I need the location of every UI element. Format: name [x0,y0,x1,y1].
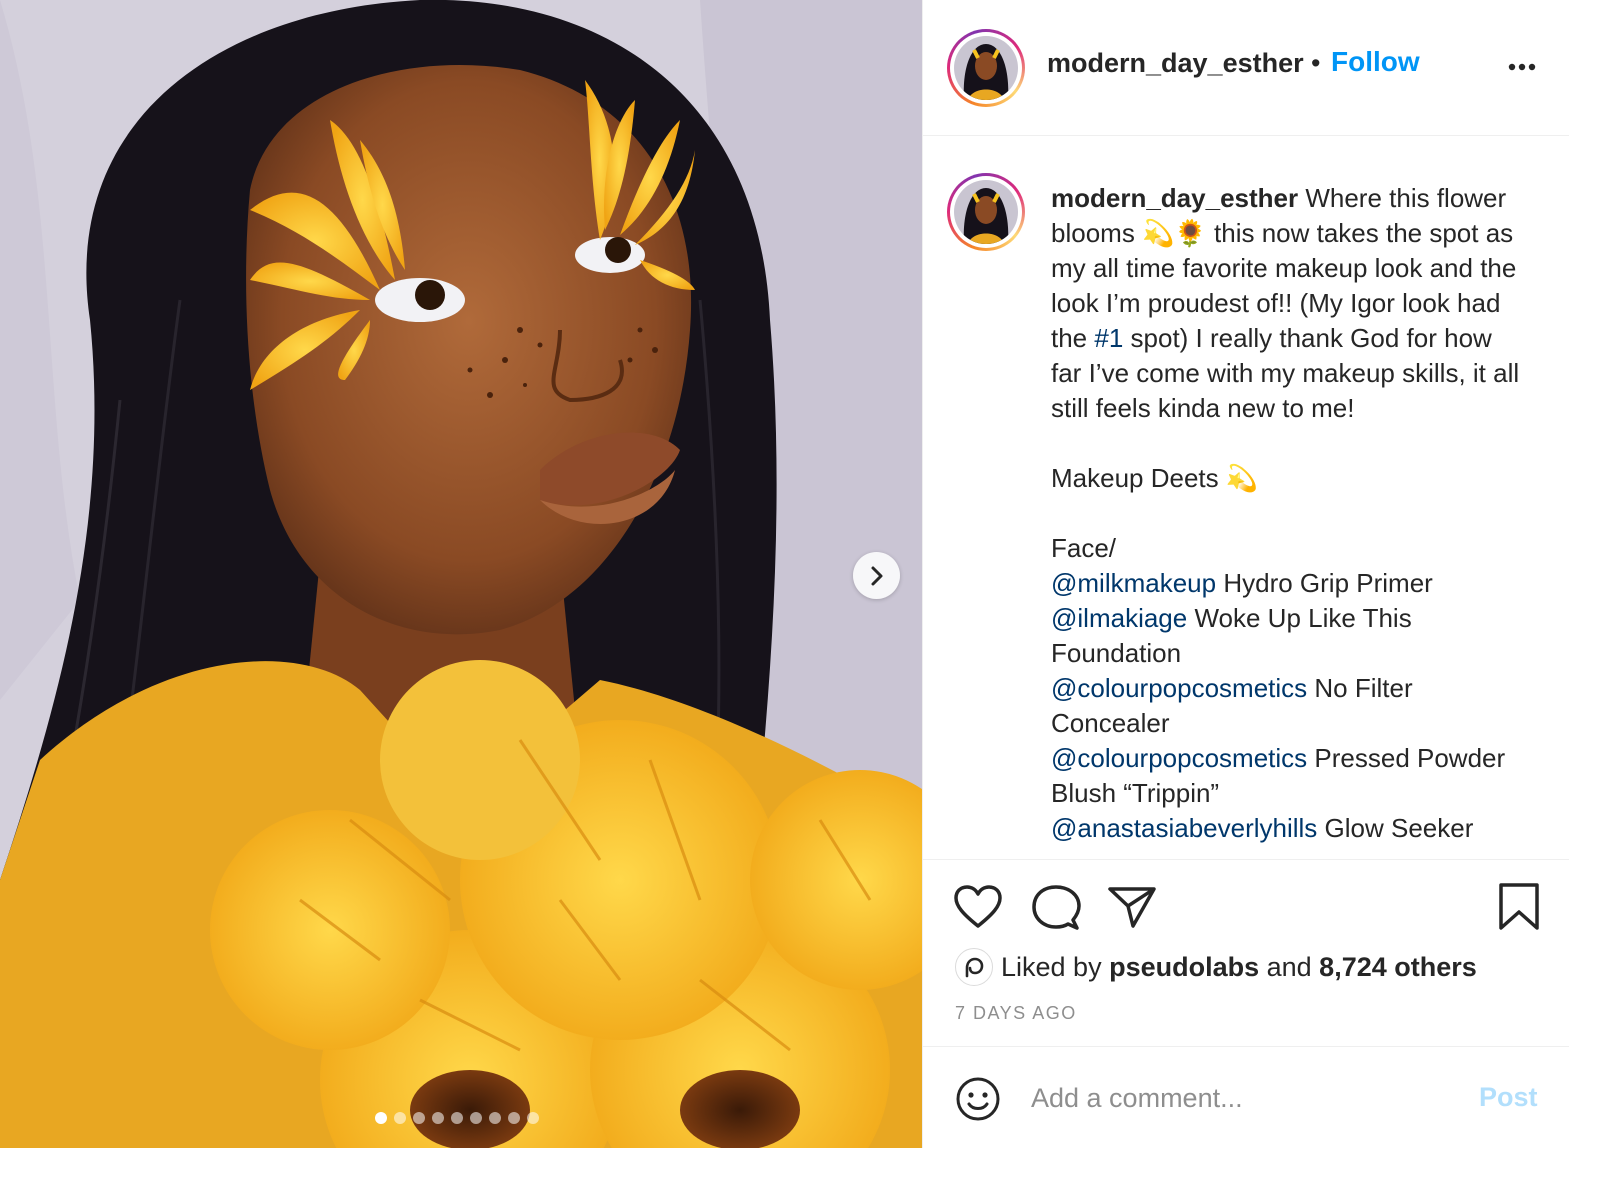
carousel-dot [394,1112,406,1124]
carousel-dot [375,1112,387,1124]
product-text: Hydro Grip Primer [1223,568,1433,598]
carousel-dots [375,1112,539,1124]
like-heart-icon[interactable] [953,884,1003,930]
comment-icon[interactable] [1031,884,1081,932]
liked-by-prefix: Liked by [1001,952,1110,982]
avatar[interactable] [947,29,1025,107]
header-username[interactable]: modern_day_esther [1047,48,1304,79]
caption-avatar[interactable] [947,173,1025,251]
mention-link[interactable]: @anastasiabeverlyhills [1051,813,1317,843]
emoji-icon[interactable] [955,1076,1001,1122]
carousel-dot [432,1112,444,1124]
carousel-dot [413,1112,425,1124]
caption-area: modern_day_esther Where this flower bloo… [923,137,1569,859]
mention-link[interactable]: @milkmakeup [1051,568,1216,598]
liked-by-and: and [1259,952,1320,982]
comment-bar: Post [923,1048,1569,1148]
liker-avatar[interactable] [955,948,993,986]
more-options-icon[interactable] [1507,54,1537,80]
avatar-image [954,180,1018,244]
next-slide-button[interactable] [853,552,900,599]
post-timestamp[interactable]: 7 DAYS AGO [955,1003,1077,1024]
avatar-image [954,36,1018,100]
actions-section: Liked by pseudolabs and 8,724 others 7 D… [923,859,1569,1047]
caption-text: modern_day_esther Where this flower bloo… [1051,181,1521,846]
comment-input[interactable] [1031,1078,1471,1118]
product-text: Glow Seeker [1317,813,1474,843]
hashtag-link[interactable]: #1 [1094,323,1123,353]
likes-count[interactable]: 8,724 others [1319,952,1477,982]
mention-link[interactable]: @colourpopcosmetics [1051,673,1307,703]
follow-button[interactable]: Follow [1331,46,1420,78]
likes-summary: Liked by pseudolabs and 8,724 others [1001,952,1477,983]
post-panel: modern_day_esther • Follow modern_day_es… [922,0,1569,1148]
carousel-dot [470,1112,482,1124]
carousel-dot [527,1112,539,1124]
header-separator: • [1311,48,1321,78]
post-image [0,0,922,1148]
post-comment-button[interactable]: Post [1479,1082,1538,1113]
liked-by-user[interactable]: pseudolabs [1109,952,1259,982]
carousel-dot [489,1112,501,1124]
save-bookmark-icon[interactable] [1497,882,1541,932]
post-photo[interactable] [0,0,922,1148]
carousel-dot [451,1112,463,1124]
mention-link[interactable]: @ilmakiage [1051,603,1187,633]
share-send-icon[interactable] [1107,884,1157,930]
chevron-right-icon [871,566,882,585]
carousel-dot [508,1112,520,1124]
caption-body: spot) I really thank God for how far I’v… [1051,323,1520,563]
caption-username[interactable]: modern_day_esther [1051,183,1298,213]
post-header: modern_day_esther • Follow [923,0,1569,136]
mention-link[interactable]: @colourpopcosmetics [1051,743,1307,773]
pseudolabs-logo-icon [965,957,984,978]
